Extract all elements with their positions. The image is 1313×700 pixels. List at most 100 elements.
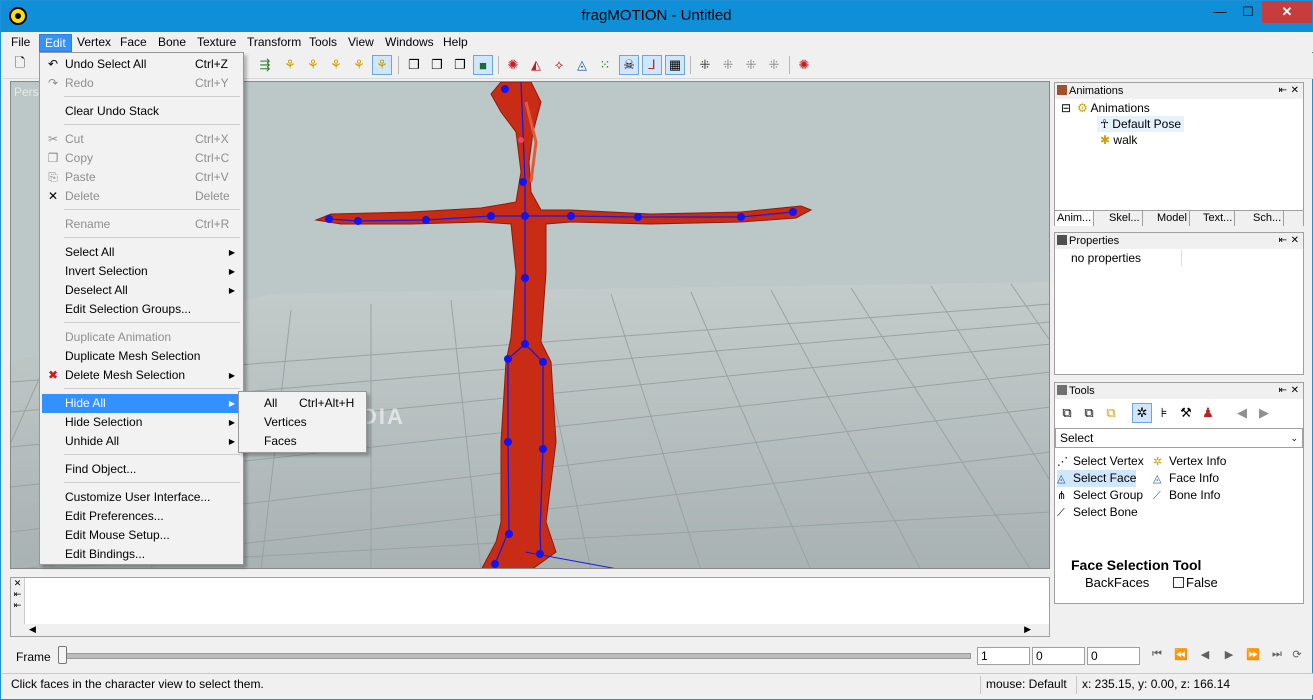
- snap-grid-icon[interactable]: ⁜: [695, 55, 715, 75]
- menu-item-edit-bindings[interactable]: Edit Bindings...: [42, 545, 241, 564]
- bone-walk-icon[interactable]: ⚘: [326, 55, 346, 75]
- tool-select-vertex[interactable]: ⋰ Select Vertex: [1057, 453, 1144, 470]
- wheel-red-icon[interactable]: ✺: [503, 55, 523, 75]
- loop-icon[interactable]: ⟳: [1288, 648, 1306, 664]
- render-wheel-icon[interactable]: ✺: [794, 55, 814, 75]
- menu-item-edit-selection-groups[interactable]: Edit Selection Groups...: [42, 300, 241, 319]
- tree-expander-icon[interactable]: ⊟: [1061, 100, 1071, 116]
- tab-skeleton[interactable]: Skel...: [1107, 211, 1143, 226]
- frame-slider-thumb[interactable]: [58, 646, 67, 664]
- forward-arrow-icon[interactable]: ▶: [1254, 403, 1274, 423]
- tree-item-walk[interactable]: ✱ walk: [1100, 132, 1137, 148]
- menu-item-find-object[interactable]: Find Object...: [42, 460, 241, 479]
- snap-bone-icon[interactable]: ⁜: [764, 55, 784, 75]
- menu-item-select-all[interactable]: Select All ▶: [42, 243, 241, 262]
- minimize-button[interactable]: —: [1206, 1, 1234, 23]
- tool-select-face[interactable]: ◬ Select Face: [1057, 470, 1137, 487]
- menu-item-clear-undo-stack[interactable]: Clear Undo Stack: [42, 102, 241, 121]
- pin-icon[interactable]: ⇤: [1279, 83, 1287, 99]
- snap-face-icon[interactable]: ⁜: [741, 55, 761, 75]
- tool-vertex-info[interactable]: ✲ Vertex Info: [1153, 453, 1226, 470]
- submenu-item-vertices[interactable]: Vertices: [241, 413, 364, 432]
- tree-hierarchy-icon[interactable]: ⚘: [280, 55, 300, 75]
- move-bone-icon[interactable]: ⇶: [255, 55, 275, 75]
- horizontal-scrollbar[interactable]: ◀ ▶: [11, 624, 1049, 636]
- menu-edit[interactable]: Edit: [39, 34, 72, 52]
- bone-mode-icon[interactable]: ⚘: [372, 55, 392, 75]
- tree-item-animations[interactable]: ⚙ Animations: [1077, 100, 1150, 116]
- menu-transform[interactable]: Transform: [242, 34, 306, 52]
- window-double-icon[interactable]: ❐: [427, 55, 447, 75]
- menu-item-redo[interactable]: ↷ Redo Ctrl+Y: [42, 74, 241, 93]
- menu-item-undo[interactable]: ↶ Undo Select All Ctrl+Z: [42, 55, 241, 74]
- tool-bone-info[interactable]: ⟋ Bone Info: [1153, 487, 1220, 504]
- window-triple-icon[interactable]: ❐: [450, 55, 470, 75]
- frame-end-field[interactable]: 0: [1087, 647, 1140, 665]
- prev-frame-icon[interactable]: ◀: [1196, 648, 1214, 664]
- menu-item-duplicate-animation[interactable]: Duplicate Animation: [42, 328, 241, 347]
- title-bar[interactable]: fragMOTION - Untitled — ☐ ✕: [1, 1, 1312, 32]
- scroll-left-icon[interactable]: ◀: [29, 624, 36, 635]
- close-icon[interactable]: ✕: [1291, 233, 1299, 249]
- tool-bone-icon[interactable]: ⧉: [1101, 403, 1121, 423]
- menu-item-customize-ui[interactable]: Customize User Interface...: [42, 488, 241, 507]
- back-arrow-icon[interactable]: ◀: [1232, 403, 1252, 423]
- tool-paint-icon[interactable]: ♟: [1198, 403, 1218, 423]
- frame-current-field[interactable]: 0: [1032, 647, 1085, 665]
- tool-group-icon[interactable]: ⧉: [1079, 403, 1099, 423]
- frame-slider-track[interactable]: [58, 653, 971, 659]
- menu-item-edit-preferences[interactable]: Edit Preferences...: [42, 507, 241, 526]
- vertex-points-icon[interactable]: ⁙: [595, 55, 615, 75]
- menu-item-hide-all[interactable]: Hide All ▶: [42, 394, 241, 413]
- submenu-item-all[interactable]: All Ctrl+Alt+H: [241, 394, 364, 413]
- maximize-button[interactable]: ☐: [1234, 1, 1262, 23]
- scroll-right-icon[interactable]: ▶: [1024, 624, 1031, 635]
- tab-textures[interactable]: Text...: [1201, 211, 1236, 226]
- pin-icon[interactable]: ⇤: [11, 600, 24, 611]
- tool-face-info[interactable]: ◬ Face Info: [1153, 470, 1219, 487]
- menu-item-hide-selection[interactable]: Hide Selection ▶: [42, 413, 241, 432]
- tab-schematic[interactable]: Sch...: [1251, 211, 1285, 226]
- menu-texture[interactable]: Texture: [192, 34, 241, 52]
- pin-icon[interactable]: ⇤: [11, 589, 24, 600]
- tool-select-bone[interactable]: ⟋ Select Bone: [1057, 504, 1138, 521]
- snap-vertex-icon[interactable]: ⁜: [718, 55, 738, 75]
- menu-tools[interactable]: Tools: [304, 34, 342, 52]
- next-frame-icon[interactable]: ⏩: [1244, 648, 1262, 664]
- menu-item-unhide-all[interactable]: Unhide All ▶: [42, 432, 241, 451]
- grid-toggle-icon[interactable]: ▦: [665, 55, 685, 75]
- submenu-item-faces[interactable]: Faces: [241, 432, 364, 451]
- tool-select-icon[interactable]: ⧉: [1057, 403, 1077, 423]
- menu-item-rename[interactable]: Rename Ctrl+R: [42, 215, 241, 234]
- tab-animations[interactable]: Anim...: [1055, 211, 1095, 226]
- last-frame-icon[interactable]: ⏭: [1268, 648, 1286, 664]
- menu-view[interactable]: View: [343, 34, 379, 52]
- menu-item-delete[interactable]: ✕ Delete Delete: [42, 187, 241, 206]
- pin-icon[interactable]: ⇤: [1279, 383, 1287, 399]
- close-icon[interactable]: ✕: [1291, 383, 1299, 399]
- tab-model[interactable]: Model: [1155, 211, 1190, 226]
- tool-select-group[interactable]: ⋔ Select Group: [1057, 487, 1143, 504]
- menu-item-deselect-all[interactable]: Deselect All ▶: [42, 281, 241, 300]
- pin-icon[interactable]: ⇤: [1279, 233, 1287, 249]
- menu-item-cut[interactable]: ✂ Cut Ctrl+X: [42, 130, 241, 149]
- backfaces-checkbox[interactable]: False: [1173, 575, 1218, 590]
- skeleton-toggle-icon[interactable]: ☠: [619, 55, 639, 75]
- bone-chain-icon[interactable]: ⚘: [349, 55, 369, 75]
- vertex-mode-icon[interactable]: ⟡: [549, 55, 569, 75]
- tool-hammer-icon[interactable]: ⚒: [1176, 403, 1196, 423]
- tool-hierarchy-icon[interactable]: ⊧: [1154, 403, 1174, 423]
- tree-item-default-pose[interactable]: ☥ Default Pose: [1097, 116, 1185, 132]
- axes-toggle-icon[interactable]: ⅃: [642, 55, 662, 75]
- menu-item-duplicate-mesh-selection[interactable]: Duplicate Mesh Selection: [42, 347, 241, 366]
- close-button[interactable]: ✕: [1262, 1, 1312, 23]
- close-icon[interactable]: ✕: [1291, 83, 1299, 99]
- menu-vertex[interactable]: Vertex: [72, 34, 116, 52]
- tree-up-icon[interactable]: ⚘: [303, 55, 323, 75]
- window-single-icon[interactable]: ❐: [404, 55, 424, 75]
- menu-file[interactable]: File: [6, 34, 35, 52]
- prev-key-icon[interactable]: ⏪: [1172, 648, 1190, 664]
- menu-item-invert-selection[interactable]: Invert Selection ▶: [42, 262, 241, 281]
- close-icon[interactable]: ✕: [11, 578, 24, 589]
- menu-item-paste[interactable]: ⎘ Paste Ctrl+V: [42, 168, 241, 187]
